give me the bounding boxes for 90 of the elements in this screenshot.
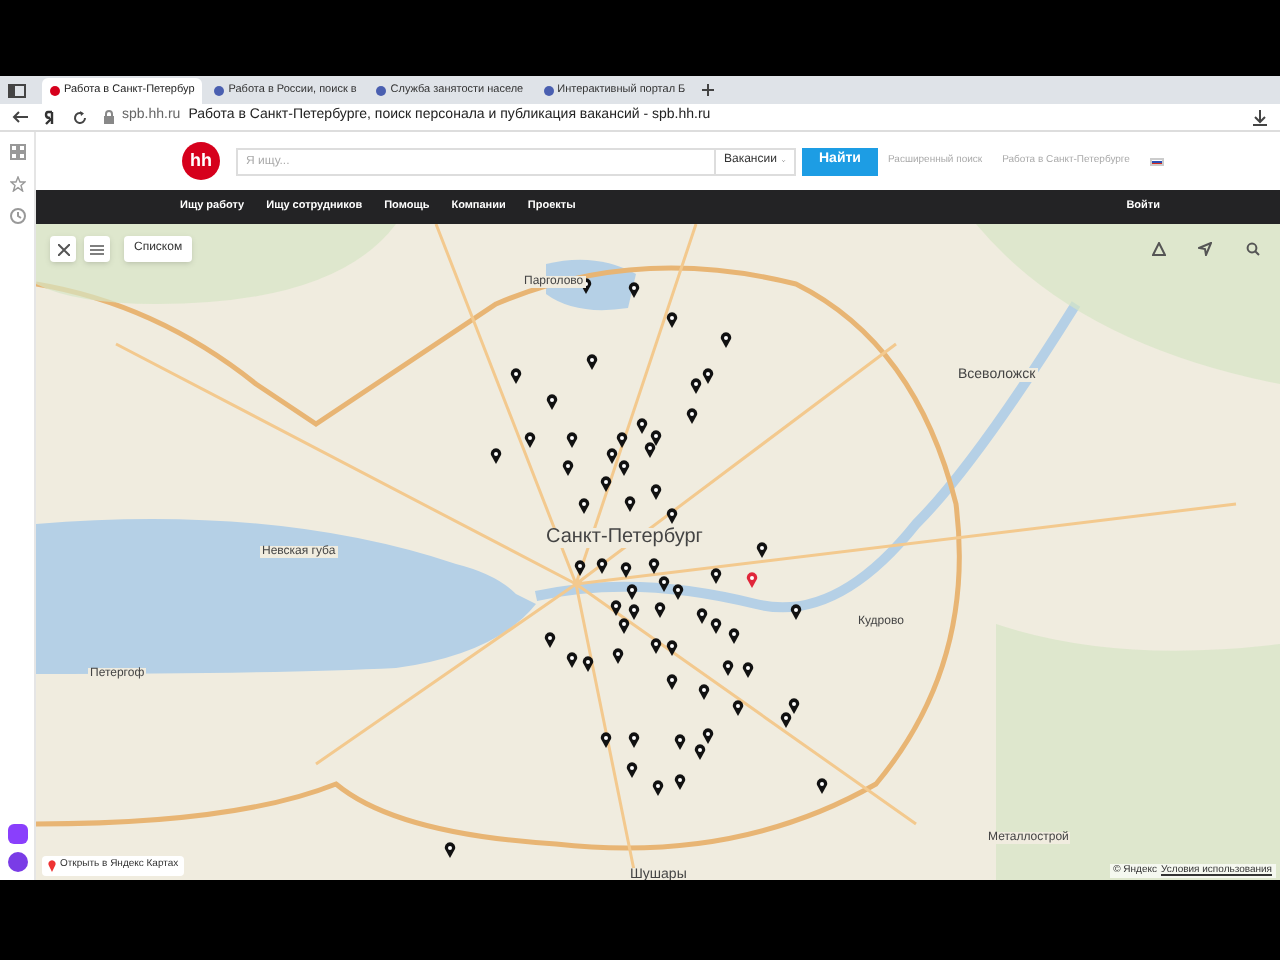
- new-tab-icon[interactable]: [701, 84, 714, 96]
- map-pin-icon[interactable]: [650, 638, 662, 654]
- favicon-icon: [214, 85, 225, 95]
- map-pin-icon[interactable]: [780, 712, 792, 728]
- map-pin-icon[interactable]: [694, 744, 706, 760]
- map-pin-icon[interactable]: [626, 584, 638, 600]
- favicon-icon: [376, 85, 387, 95]
- map-pin-icon[interactable]: [702, 728, 714, 744]
- map-pin-icon[interactable]: [650, 484, 662, 500]
- map-pin-icon[interactable]: [616, 432, 628, 448]
- map-pin-icon[interactable]: [722, 660, 734, 676]
- reload-icon[interactable]: [72, 109, 88, 125]
- grid-icon[interactable]: [9, 144, 25, 160]
- close-icon: [57, 243, 69, 255]
- map-pin-icon[interactable]: [562, 460, 574, 476]
- favicon-icon: [543, 85, 554, 95]
- back-icon[interactable]: [12, 110, 28, 124]
- map-pin-icon[interactable]: [720, 332, 732, 348]
- map-pin-icon[interactable]: [686, 408, 698, 424]
- map-pin-icon[interactable]: [596, 558, 608, 574]
- map-pin-icon[interactable]: [578, 498, 590, 514]
- map-pin-icon[interactable]: [674, 774, 686, 790]
- map-pin-icon[interactable]: [648, 558, 660, 574]
- favicon-icon: [50, 85, 60, 95]
- map-pin-icon[interactable]: [546, 394, 558, 410]
- close-button[interactable]: [50, 236, 76, 262]
- map-pin-icon[interactable]: [756, 542, 768, 558]
- map-pin-icon[interactable]: [816, 778, 828, 794]
- map-pin-icon[interactable]: [582, 656, 594, 672]
- alice-icon[interactable]: [7, 852, 27, 872]
- map-pin-icon[interactable]: [612, 648, 624, 664]
- map-pin-icon[interactable]: [524, 432, 536, 448]
- browser-logo-icon[interactable]: [44, 109, 56, 125]
- map-pin-icon[interactable]: [628, 604, 640, 620]
- map-pin-icon[interactable]: [732, 700, 744, 716]
- map-pin-icon[interactable]: [636, 418, 648, 434]
- map-pin-icon[interactable]: [628, 282, 640, 298]
- map-pin-icon[interactable]: [624, 496, 636, 512]
- sidebar-toggle-icon[interactable]: [8, 83, 26, 97]
- map-pin-icon[interactable]: [490, 448, 502, 464]
- pin-icon: [48, 860, 56, 872]
- map-pin-icon[interactable]: [658, 576, 670, 592]
- history-icon[interactable]: [9, 208, 25, 224]
- map-pin-icon[interactable]: [620, 562, 632, 578]
- map-pin-icon[interactable]: [628, 732, 640, 748]
- map-pin-icon[interactable]: [666, 674, 678, 690]
- map-pin-icon[interactable]: [566, 432, 578, 448]
- map-pin-icon[interactable]: [710, 568, 722, 584]
- map-pin-icon[interactable]: [600, 476, 612, 492]
- map-pin-icon[interactable]: [788, 698, 800, 714]
- download-icon[interactable]: [1252, 109, 1268, 125]
- map-pin-icon[interactable]: [652, 780, 664, 796]
- map-pin-icon[interactable]: [606, 448, 618, 464]
- map-pin-icon[interactable]: [654, 602, 666, 618]
- map-pin-icon[interactable]: [666, 640, 678, 656]
- ruler-icon[interactable]: [1152, 242, 1166, 256]
- filter-button[interactable]: [84, 236, 110, 262]
- map-pin-icon[interactable]: [728, 628, 740, 644]
- map-pin-icon[interactable]: [666, 508, 678, 524]
- map-pin-icon[interactable]: [600, 732, 612, 748]
- map-pin-icon[interactable]: [644, 442, 656, 458]
- map-pin-icon[interactable]: [710, 618, 722, 634]
- map-pin-icon[interactable]: [444, 842, 456, 858]
- map-pin-icon[interactable]: [580, 278, 592, 294]
- assistant-icon[interactable]: [7, 824, 27, 844]
- map-pin-icon[interactable]: [610, 600, 622, 616]
- location-arrow-icon[interactable]: [1198, 242, 1212, 256]
- map-pin-icon[interactable]: [618, 618, 630, 634]
- map-pin-icon[interactable]: [574, 560, 586, 576]
- map-pin-icon[interactable]: [510, 368, 522, 384]
- map-pin-icon[interactable]: [566, 652, 578, 668]
- map-pin-icon[interactable]: [702, 368, 714, 384]
- map-pin-icon[interactable]: [586, 354, 598, 370]
- map-pin-icon[interactable]: [626, 762, 638, 778]
- logo[interactable]: hh: [182, 142, 220, 180]
- map-pin-icon[interactable]: [790, 604, 802, 620]
- lock-icon: [104, 110, 114, 124]
- map-pin-icon[interactable]: [690, 378, 702, 394]
- map-pin-icon[interactable]: [666, 312, 678, 328]
- flag-icon[interactable]: [1149, 157, 1164, 165]
- map-pin-icon[interactable]: [742, 662, 754, 678]
- map-pin-icon[interactable]: [544, 632, 556, 648]
- search-icon[interactable]: [1246, 242, 1260, 256]
- map-pin-icon[interactable]: [696, 608, 708, 624]
- map-pin-icon[interactable]: [674, 734, 686, 750]
- map-pin-icon[interactable]: [672, 584, 684, 600]
- map-pin-icon[interactable]: [698, 684, 710, 700]
- map-label: Санкт-Петербург: [544, 528, 705, 548]
- star-icon[interactable]: [9, 176, 25, 192]
- map-pin-icon[interactable]: [618, 460, 630, 476]
